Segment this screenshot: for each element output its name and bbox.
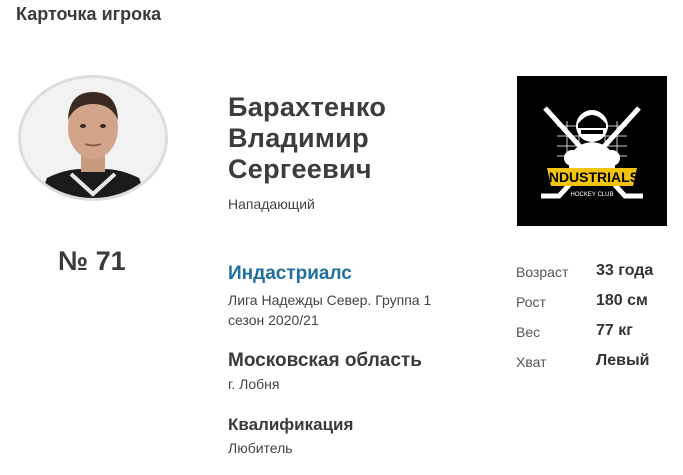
qualification-value: Любитель bbox=[228, 440, 293, 456]
hockey-club-logo: INDUSTRIALS HOCKEY CLUB bbox=[517, 76, 667, 226]
player-number: № 71 bbox=[58, 246, 126, 276]
player-name: Барахтенко Владимир Сергеевич bbox=[228, 92, 386, 185]
player-patronymic: Сергеевич bbox=[228, 154, 372, 184]
city-name: г. Лобня bbox=[228, 376, 280, 392]
player-first-name: Владимир bbox=[228, 123, 369, 153]
stat-label: Вес bbox=[516, 324, 541, 340]
player-photo-icon bbox=[21, 78, 165, 198]
stat-value: Левый bbox=[596, 352, 650, 369]
stat-value: 180 см bbox=[596, 292, 648, 309]
region-name: Московская область bbox=[228, 350, 422, 371]
avatar bbox=[18, 75, 168, 201]
stat-value: 77 кг bbox=[596, 322, 633, 339]
page-title: Карточка игрока bbox=[16, 4, 162, 24]
stat-label: Возраст bbox=[516, 264, 569, 280]
logo-sub-text: HOCKEY CLUB bbox=[571, 192, 614, 198]
team-link[interactable]: Индастриалс bbox=[228, 263, 352, 285]
season-label: сезон 2020/21 bbox=[228, 312, 319, 328]
team-league-info: Лига Надежды Север. Группа 1 сезон 2020/… bbox=[228, 290, 431, 330]
team-logo-icon: INDUSTRIALS HOCKEY CLUB bbox=[517, 76, 667, 226]
stat-label: Рост bbox=[516, 294, 546, 310]
stat-value: 33 года bbox=[596, 262, 654, 279]
player-surname: Барахтенко bbox=[228, 92, 387, 122]
stat-label: Хват bbox=[516, 354, 547, 370]
league-name: Лига Надежды Север. Группа 1 bbox=[228, 292, 432, 308]
logo-main-text: INDUSTRIALS bbox=[545, 169, 639, 185]
qualification-title: Квалификация bbox=[228, 415, 354, 434]
player-position: Нападающий bbox=[228, 196, 315, 212]
